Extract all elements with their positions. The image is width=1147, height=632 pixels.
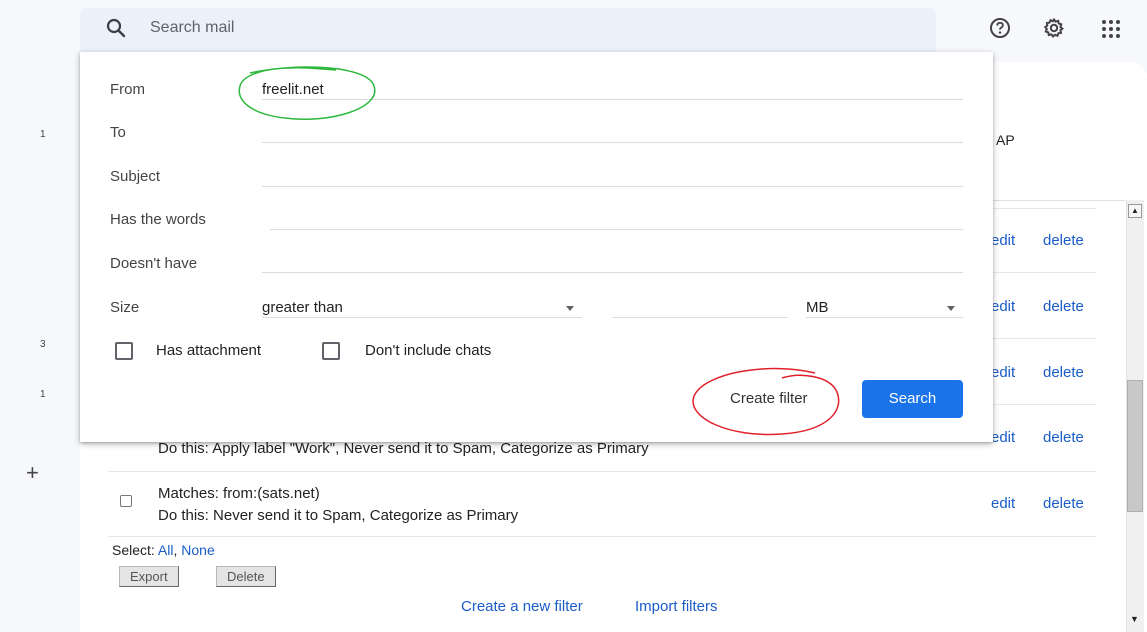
delete-filter-link[interactable]: delete [1043,495,1084,512]
subject-label: Subject [110,168,161,185]
dropdown-arrow-icon [566,306,574,311]
size-unit-value: MB [806,299,829,316]
search-options-popup [80,52,993,442]
filter-matches-text: Matches: from:(sats.net) [158,485,320,502]
select-all-link[interactable]: All [158,542,174,558]
delete-filter-link[interactable]: delete [1043,298,1084,315]
doesnt-have-label: Doesn't have [110,255,198,272]
has-words-label: Has the words [110,211,206,228]
import-filters-link[interactable]: Import filters [635,598,718,615]
search-input[interactable]: Search mail [150,19,234,37]
size-operator-underline [262,317,582,318]
has-words-field[interactable] [270,229,963,230]
dont-include-chats-label: Don't include chats [365,342,492,359]
delete-button[interactable]: Delete [216,566,276,587]
add-label-button[interactable]: + [26,462,39,484]
size-label: Size [110,299,140,316]
label-count: 1 [40,129,46,140]
has-attachment-label: Has attachment [156,342,262,359]
delete-filter-link[interactable]: delete [1043,232,1084,249]
edit-filter-link[interactable]: edit [991,429,1015,446]
doesnt-have-field[interactable] [262,272,963,273]
filter-action-text: Do this: Apply label "Work", Never send … [158,440,649,457]
select-none-link[interactable]: None [181,542,214,558]
from-field-underline [262,99,963,100]
label-count: 3 [40,339,46,350]
to-field[interactable] [262,142,963,143]
settings-tab-fragment: AP [996,132,1015,148]
select-label: Select: [112,542,158,558]
has-attachment-checkbox[interactable] [115,342,133,360]
row-divider [108,471,1096,472]
size-unit-underline [806,317,963,318]
scrollbar-thumb[interactable] [1127,380,1143,512]
edit-filter-link[interactable]: edit [991,364,1015,381]
search-button[interactable]: Search [862,380,963,418]
apps-grid-icon[interactable] [1101,19,1121,39]
row-divider [108,536,1096,537]
dropdown-arrow-icon [947,306,955,311]
scroll-up-arrow-icon[interactable]: ▲ [1128,204,1142,218]
create-new-filter-link[interactable]: Create a new filter [461,598,583,615]
size-operator-value: greater than [262,299,343,316]
select-controls: Select: All, None [112,542,215,558]
export-button[interactable]: Export [119,566,179,587]
create-filter-button[interactable]: Create filter [730,390,808,407]
dont-include-chats-checkbox[interactable] [322,342,340,360]
help-circle-icon[interactable] [989,17,1011,39]
gear-icon[interactable] [1043,17,1065,39]
delete-filter-link[interactable]: delete [1043,364,1084,381]
to-label: To [110,124,126,141]
edit-filter-link[interactable]: edit [991,495,1015,512]
filter-row-checkbox[interactable] [120,495,132,507]
filter-action-text: Do this: Never send it to Spam, Categori… [158,507,519,524]
search-icon[interactable] [106,18,126,38]
label-count: 1 [40,389,46,400]
edit-filter-link[interactable]: edit [991,298,1015,315]
size-value-field[interactable] [612,317,788,318]
from-label: From [110,81,145,98]
scroll-down-arrow-icon[interactable]: ▼ [1130,614,1139,624]
edit-filter-link[interactable]: edit [991,232,1015,249]
subject-field[interactable] [262,186,963,187]
from-field[interactable]: freelit.net [262,81,324,98]
delete-filter-link[interactable]: delete [1043,429,1084,446]
